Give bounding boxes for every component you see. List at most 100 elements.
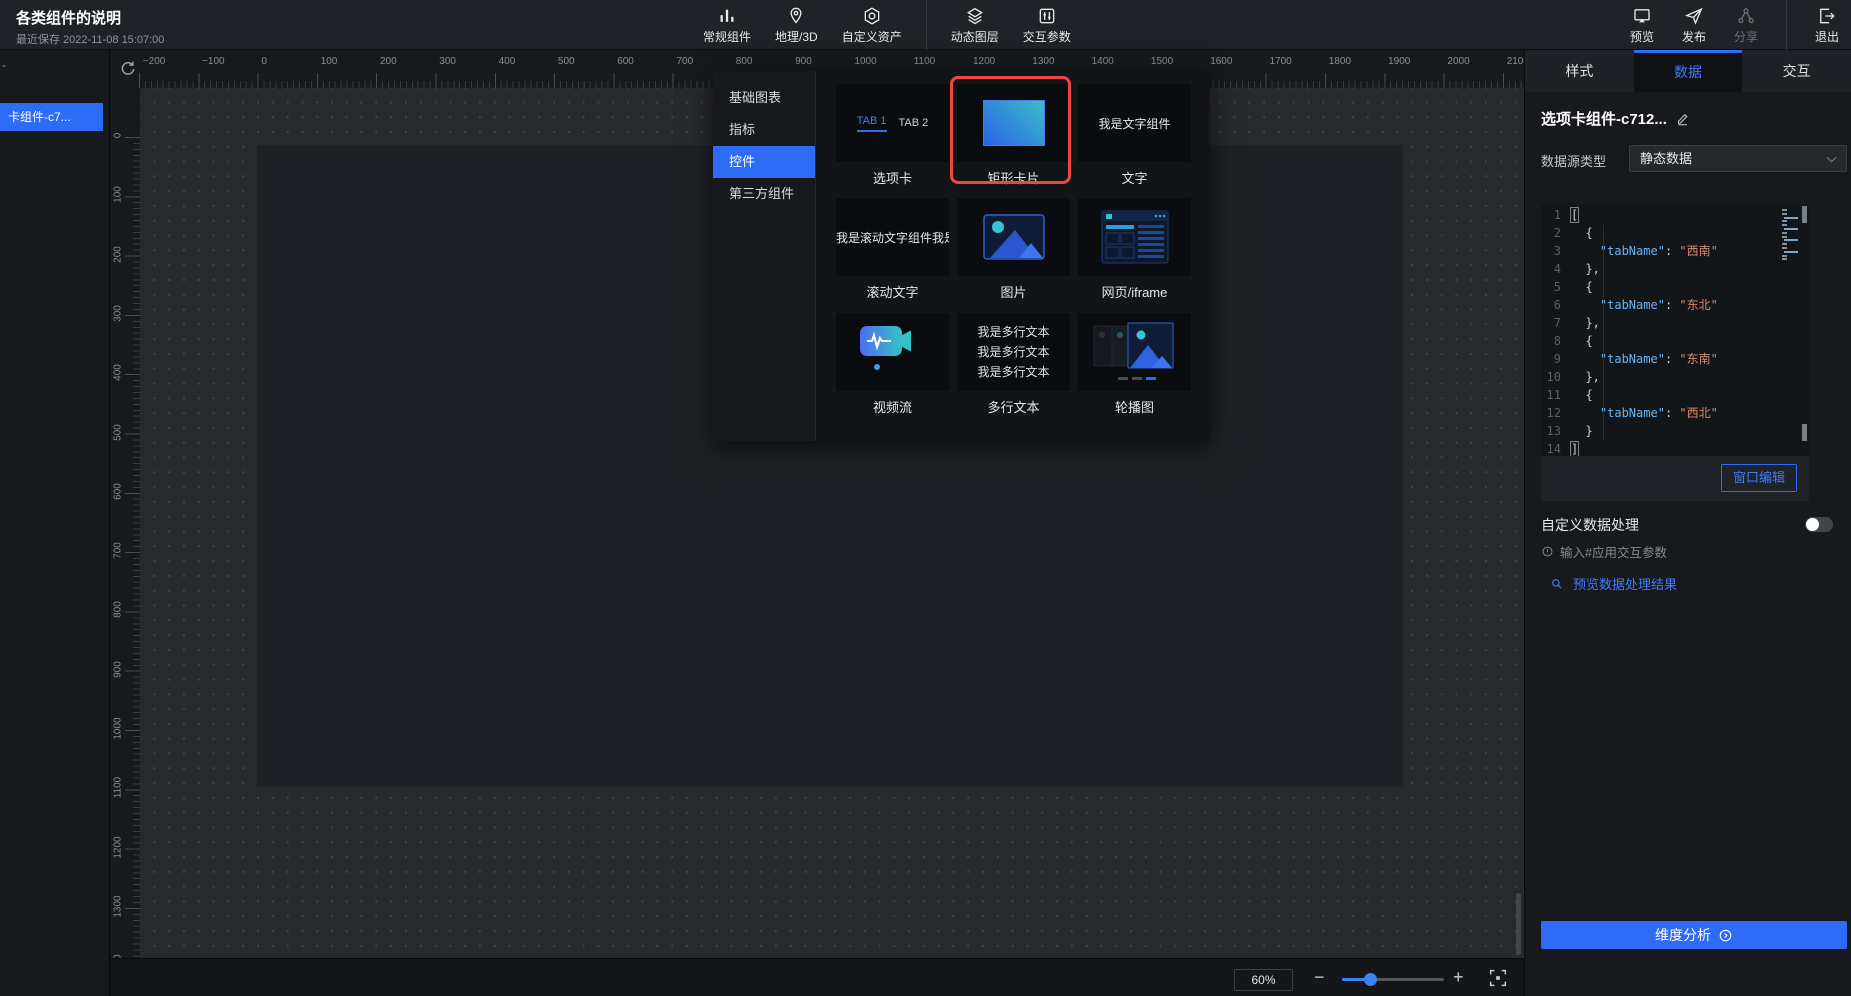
code-line-number: 5 [1541, 278, 1571, 296]
h-ruler-label: 500 [558, 56, 575, 67]
toolbar-item-3[interactable]: 自定义资产 [842, 6, 902, 45]
layer-item-truncated[interactable]: - [2, 58, 6, 72]
h-ruler-label: 1300 [1032, 56, 1054, 67]
action-item-label: 预览 [1630, 28, 1654, 45]
code-line: 8 { [1541, 332, 1809, 350]
map-pin-icon [786, 6, 806, 26]
action-item-4[interactable]: 退出 [1815, 6, 1839, 45]
h-ruler-label: 300 [439, 56, 456, 67]
code-line-number: 7 [1541, 314, 1571, 332]
component-tile-label[interactable]: 多行文本 [957, 397, 1070, 416]
menu-category-2[interactable]: 指标 [713, 114, 815, 146]
v-ruler-label: 1000 [113, 714, 124, 744]
h-ruler-label: 600 [617, 56, 634, 67]
component-tile-7[interactable] [836, 313, 949, 391]
zoom-percent-box[interactable]: 60% [1234, 969, 1293, 991]
action-item-3: 分享 [1734, 6, 1758, 45]
component-tile-9[interactable] [1078, 313, 1191, 391]
vertical-ruler-ticks [125, 88, 140, 958]
toolbar-item-label: 自定义资产 [842, 28, 902, 45]
v-ruler-label: 900 [113, 654, 124, 684]
code-line-number: 12 [1541, 404, 1571, 422]
toggle-knob [1806, 518, 1819, 531]
window-edit-button[interactable]: 窗口编辑 [1721, 464, 1797, 492]
canvas-scrollbar-thumb[interactable] [1516, 893, 1521, 955]
reset-view-icon[interactable] [118, 59, 138, 79]
datasource-select[interactable]: 静态数据 [1629, 145, 1847, 172]
inspector-tab-3[interactable]: 交互 [1742, 50, 1851, 92]
toolbar-item-5[interactable]: 交互参数 [1023, 6, 1071, 45]
toolbar-item-4[interactable]: 动态图层 [951, 6, 999, 45]
layers-panel: - 卡组件-c7... [0, 50, 110, 996]
code-line-number: 9 [1541, 350, 1571, 368]
fit-to-screen-icon[interactable] [1487, 967, 1509, 989]
component-tile-label[interactable]: 轮播图 [1078, 397, 1191, 416]
toolbar-item-1[interactable]: 常规组件 [703, 6, 751, 45]
v-ruler-label: 200 [113, 239, 124, 269]
toolbar-item-2[interactable]: 地理/3D [775, 6, 818, 45]
code-line: 2 { [1541, 224, 1809, 242]
action-item-label: 退出 [1815, 28, 1839, 45]
code-line: 13 } [1541, 422, 1809, 440]
component-tile-4[interactable]: 我是滚动文字组件我是 [836, 198, 949, 276]
preview-data-result-link[interactable]: 预览数据处理结果 [1550, 574, 1677, 593]
menu-category-1[interactable]: 基础图表 [713, 82, 815, 114]
h-ruler-label: 1400 [1092, 56, 1114, 67]
inspector-tab-1[interactable]: 样式 [1525, 50, 1634, 92]
datasource-select-value: 静态数据 [1640, 151, 1692, 166]
action-item-1[interactable]: 预览 [1630, 6, 1654, 45]
zoom-out-button[interactable]: − [1314, 967, 1325, 988]
component-tile-label[interactable]: 图片 [957, 282, 1070, 301]
code-line: 1[ [1541, 206, 1809, 224]
component-tile-3[interactable]: 我是文字组件 [1078, 84, 1191, 162]
code-line-number: 8 [1541, 332, 1571, 350]
code-line: 7 }, [1541, 314, 1809, 332]
layer-item-selected[interactable]: 卡组件-c7... [0, 103, 103, 131]
toolbar-divider [926, 0, 927, 50]
v-ruler-label: 600 [113, 476, 124, 506]
zoom-in-button[interactable]: + [1453, 967, 1464, 988]
v-ruler-label: 1300 [113, 891, 124, 921]
component-tile-label[interactable]: 文字 [1078, 168, 1191, 187]
inspector-tab-2[interactable]: 数据 [1634, 50, 1743, 92]
h-ruler-label: 700 [677, 56, 694, 67]
component-tile-5[interactable] [957, 198, 1070, 276]
v-ruler-label: 700 [113, 536, 124, 566]
vertical-ruler: 0100200300400500600700800900100011001200… [110, 88, 140, 958]
component-tile-label[interactable]: 矩形卡片 [957, 168, 1070, 187]
menu-category-4[interactable]: 第三方组件 [713, 178, 815, 210]
tile-preview-multiline: 我是多行文本我是多行文本我是多行文本 [957, 313, 1070, 382]
component-tile-label[interactable]: 网页/iframe [1078, 282, 1191, 301]
component-tile-8[interactable]: 我是多行文本我是多行文本我是多行文本 [957, 313, 1070, 391]
component-tile-1[interactable]: TAB 1TAB 2 [836, 84, 949, 162]
json-code-editor[interactable]: 1[2 {3 "tabName": "西南"4 },5 {6 "tabName"… [1541, 204, 1809, 456]
code-line-number: 4 [1541, 260, 1571, 278]
zoom-slider-track[interactable] [1342, 978, 1444, 981]
component-tile-label[interactable]: 滚动文字 [836, 282, 949, 301]
component-tile-label[interactable]: 视频流 [836, 397, 949, 416]
h-ruler-label: 1500 [1151, 56, 1173, 67]
component-tile-label[interactable]: 选项卡 [836, 168, 949, 187]
hexagon-icon [862, 6, 882, 26]
zoom-slider-thumb[interactable] [1364, 973, 1377, 986]
code-line: 4 }, [1541, 260, 1809, 278]
dimension-analysis-label: 维度分析 [1655, 925, 1711, 945]
custom-processing-toggle[interactable] [1805, 517, 1833, 532]
h-ruler-label: 100 [321, 56, 338, 67]
dimension-analysis-button[interactable]: 维度分析 [1541, 921, 1847, 949]
tile-preview-tabs: TAB 1TAB 2 [836, 84, 949, 162]
component-tile-6[interactable] [1078, 198, 1191, 276]
edit-pencil-icon[interactable] [1676, 111, 1691, 126]
component-tile-2[interactable] [957, 84, 1070, 162]
action-item-2[interactable]: 发布 [1682, 6, 1706, 45]
sliders-icon [1037, 6, 1057, 26]
v-ruler-label: 800 [113, 595, 124, 625]
menu-category-3[interactable]: 控件 [713, 146, 815, 178]
h-ruler-label: 400 [499, 56, 516, 67]
h-ruler-label: 900 [795, 56, 812, 67]
tile-preview-scrolltext: 我是滚动文字组件我是 [836, 198, 949, 276]
tile-preview-card [983, 100, 1045, 146]
tile-preview-image-icon [957, 198, 1070, 276]
code-line-number: 11 [1541, 386, 1571, 404]
tile-preview-video-icon [836, 313, 949, 391]
